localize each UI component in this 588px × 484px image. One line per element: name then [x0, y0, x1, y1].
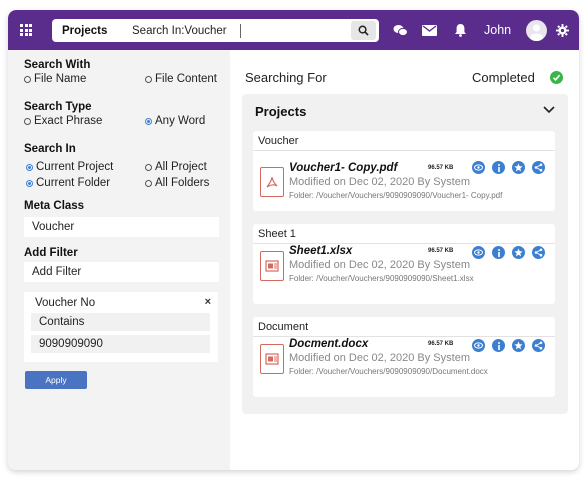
- star-icon[interactable]: [512, 161, 525, 174]
- divider: [253, 150, 555, 151]
- filter-condition-select[interactable]: Contains: [31, 313, 210, 331]
- add-filter-field[interactable]: Add Filter: [24, 262, 219, 282]
- search-in-current-folder-option[interactable]: Current Folder: [26, 177, 110, 189]
- global-search[interactable]: Projects Search In:Voucher: [52, 19, 379, 42]
- divider: [253, 243, 555, 244]
- search-in-label: Search In: [24, 143, 76, 155]
- avatar[interactable]: [526, 20, 547, 41]
- searching-for-label: Searching For: [245, 70, 327, 85]
- info-icon[interactable]: [492, 339, 505, 352]
- file-modified: Modified on Dec 02, 2020 By System: [289, 176, 470, 188]
- file-name[interactable]: Sheet1.xlsx: [289, 245, 352, 257]
- info-icon[interactable]: [492, 246, 505, 259]
- top-bar: Projects Search In:Voucher John: [8, 10, 579, 50]
- pdf-icon[interactable]: [260, 167, 284, 197]
- radio-button[interactable]: [24, 75, 31, 83]
- meta-class-label: Meta Class: [24, 200, 85, 212]
- view-icon[interactable]: [472, 339, 485, 352]
- radio-button-selected[interactable]: [26, 163, 33, 171]
- result-group-header: Voucher: [258, 135, 299, 147]
- result-group-header: Sheet 1: [258, 228, 296, 240]
- office-icon[interactable]: [260, 344, 284, 374]
- search-icon: [358, 25, 369, 36]
- filter-field-name: Voucher No: [35, 297, 96, 309]
- search-with-label: Search With: [24, 59, 91, 71]
- divider: [253, 336, 555, 337]
- gear-icon[interactable]: [554, 22, 570, 38]
- result-card: Document Docment.docx 96.57 KB Modified …: [253, 317, 555, 397]
- file-actions: [472, 161, 552, 174]
- search-with-file-content-option[interactable]: File Content: [145, 73, 217, 85]
- filter-value-input[interactable]: 9090909090: [31, 335, 210, 353]
- view-icon[interactable]: [472, 246, 485, 259]
- share-icon[interactable]: [532, 339, 545, 352]
- result-card: Sheet 1 Sheet1.xlsx 96.57 KB Modified on…: [253, 224, 555, 304]
- text-cursor: [240, 23, 241, 38]
- file-modified: Modified on Dec 02, 2020 By System: [289, 352, 470, 364]
- radio-button[interactable]: [145, 75, 152, 83]
- result-card: Voucher Voucher1- Copy.pdf 96.57 KB Modi…: [253, 131, 555, 211]
- search-button[interactable]: [351, 21, 376, 40]
- share-icon[interactable]: [532, 161, 545, 174]
- search-in-all-project-option[interactable]: All Project: [145, 161, 207, 173]
- meta-class-field[interactable]: Voucher: [24, 217, 219, 237]
- result-group-header: Document: [258, 321, 309, 333]
- file-folder-path: Folder: /Voucher/Vouchers/9090909090/Vou…: [289, 191, 503, 200]
- search-options-panel: Search With File Name File Content Searc…: [8, 50, 230, 470]
- file-folder-path: Folder: /Voucher/Vouchers/9090909090/Doc…: [289, 367, 488, 376]
- search-scope[interactable]: Projects: [52, 25, 126, 37]
- bell-icon[interactable]: [452, 22, 468, 38]
- results-container: Projects Voucher Voucher1- Copy.pdf 96.5…: [242, 94, 568, 414]
- info-icon[interactable]: [492, 161, 505, 174]
- search-in-current-project-option[interactable]: Current Project: [26, 161, 113, 173]
- app-grid-icon[interactable]: [20, 24, 32, 36]
- file-size: 96.57 KB: [428, 341, 454, 347]
- radio-button[interactable]: [145, 163, 152, 171]
- view-icon[interactable]: [472, 161, 485, 174]
- app-window: Projects Search In:Voucher John Search W…: [8, 10, 579, 470]
- status-text: Completed: [472, 70, 535, 85]
- file-modified: Modified on Dec 02, 2020 By System: [289, 259, 470, 271]
- chevron-down-icon[interactable]: [543, 106, 555, 114]
- star-icon[interactable]: [512, 339, 525, 352]
- close-icon[interactable]: ×: [205, 296, 211, 308]
- filter-card: Voucher No × Contains 9090909090: [24, 292, 218, 362]
- results-panel: Searching For Completed Projects Voucher: [230, 50, 579, 470]
- apply-button[interactable]: Apply: [25, 371, 87, 389]
- file-size: 96.57 KB: [428, 165, 454, 171]
- file-name[interactable]: Docment.docx: [289, 338, 368, 350]
- search-type-exact-phrase-option[interactable]: Exact Phrase: [24, 115, 102, 127]
- radio-button[interactable]: [145, 179, 152, 187]
- search-with-file-name-option[interactable]: File Name: [24, 73, 86, 85]
- results-title: Projects: [255, 104, 307, 119]
- chat-icon[interactable]: [392, 22, 408, 38]
- star-icon[interactable]: [512, 246, 525, 259]
- search-type-label: Search Type: [24, 101, 92, 113]
- radio-button-selected[interactable]: [26, 179, 33, 187]
- search-type-any-word-option[interactable]: Any Word: [145, 115, 205, 127]
- search-in-all-folders-option[interactable]: All Folders: [145, 177, 209, 189]
- check-icon: [550, 71, 563, 84]
- add-filter-label: Add Filter: [24, 247, 78, 259]
- user-name[interactable]: John: [484, 23, 511, 37]
- user-icon: [530, 24, 543, 41]
- file-size: 96.57 KB: [428, 248, 454, 254]
- radio-button-selected[interactable]: [145, 117, 152, 125]
- office-icon[interactable]: [260, 251, 284, 281]
- file-actions: [472, 339, 552, 352]
- file-name[interactable]: Voucher1- Copy.pdf: [289, 162, 397, 174]
- search-input[interactable]: Search In:Voucher: [126, 25, 240, 37]
- file-folder-path: Folder: /Voucher/Vouchers/9090909090/She…: [289, 274, 474, 283]
- radio-button[interactable]: [24, 117, 31, 125]
- mail-icon[interactable]: [421, 22, 437, 38]
- share-icon[interactable]: [532, 246, 545, 259]
- file-actions: [472, 246, 552, 259]
